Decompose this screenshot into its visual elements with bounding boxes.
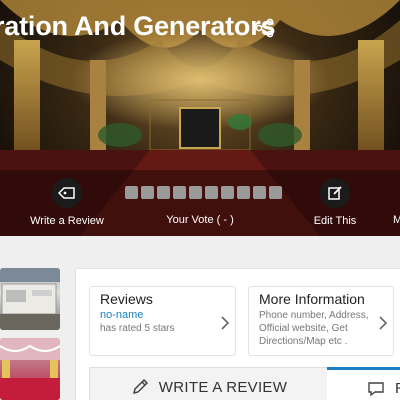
vote-rating-boxes[interactable] — [125, 186, 282, 199]
write-review-action[interactable]: Write a Review — [17, 178, 117, 227]
vote-box[interactable] — [141, 186, 154, 199]
vote-box[interactable] — [221, 186, 234, 199]
vote-box[interactable] — [205, 186, 218, 199]
your-vote-label: Your Vote ( - ) — [166, 214, 234, 226]
generator-photo[interactable] — [0, 268, 60, 330]
write-review-tab[interactable]: WRITE A REVIEW — [89, 367, 329, 400]
decoration-photo[interactable] — [0, 338, 60, 400]
page: ration And Generators Write a Review You… — [0, 0, 400, 400]
vote-box[interactable] — [237, 186, 250, 199]
chat-bubble-icon — [368, 381, 384, 396]
page-title: ration And Generators — [0, 11, 276, 41]
vote-box[interactable] — [269, 186, 282, 199]
vote-box[interactable] — [173, 186, 186, 199]
pen-icon — [52, 178, 82, 208]
cover-image: ration And Generators Write a Review You… — [0, 0, 400, 236]
edit-this-label: Edit This — [313, 215, 357, 227]
reviews-title: Reviews — [100, 291, 153, 307]
review-rating-text: has rated 5 stars — [100, 323, 175, 334]
edit-this-action[interactable]: Edit This — [285, 178, 385, 227]
reviews-card[interactable]: Reviews no-name has rated 5 stars — [89, 286, 236, 356]
vote-box[interactable] — [189, 186, 202, 199]
reviews-tab-label: R — [395, 380, 400, 397]
edit-icon — [320, 178, 350, 208]
info-panel: Reviews no-name has rated 5 stars More I… — [75, 268, 400, 400]
vote-box[interactable] — [125, 186, 138, 199]
vote-box[interactable] — [253, 186, 266, 199]
write-review-label: Write a Review — [30, 215, 104, 227]
vote-box[interactable] — [157, 186, 170, 199]
more-information-description: Phone number, Address, Official website,… — [259, 310, 369, 347]
chevron-right-icon — [379, 316, 388, 330]
more-information-card[interactable]: More Information Phone number, Address, … — [248, 286, 394, 356]
more-information-title: More Information — [259, 291, 365, 307]
reviews-tab[interactable]: R — [327, 367, 400, 400]
pencil-icon — [132, 378, 148, 395]
share-icon[interactable] — [254, 17, 276, 39]
more-action-label[interactable]: M — [393, 214, 400, 226]
chevron-right-icon — [221, 316, 230, 330]
write-review-tab-label: WRITE A REVIEW — [158, 378, 288, 396]
reviewer-name-link[interactable]: no-name — [100, 309, 143, 321]
